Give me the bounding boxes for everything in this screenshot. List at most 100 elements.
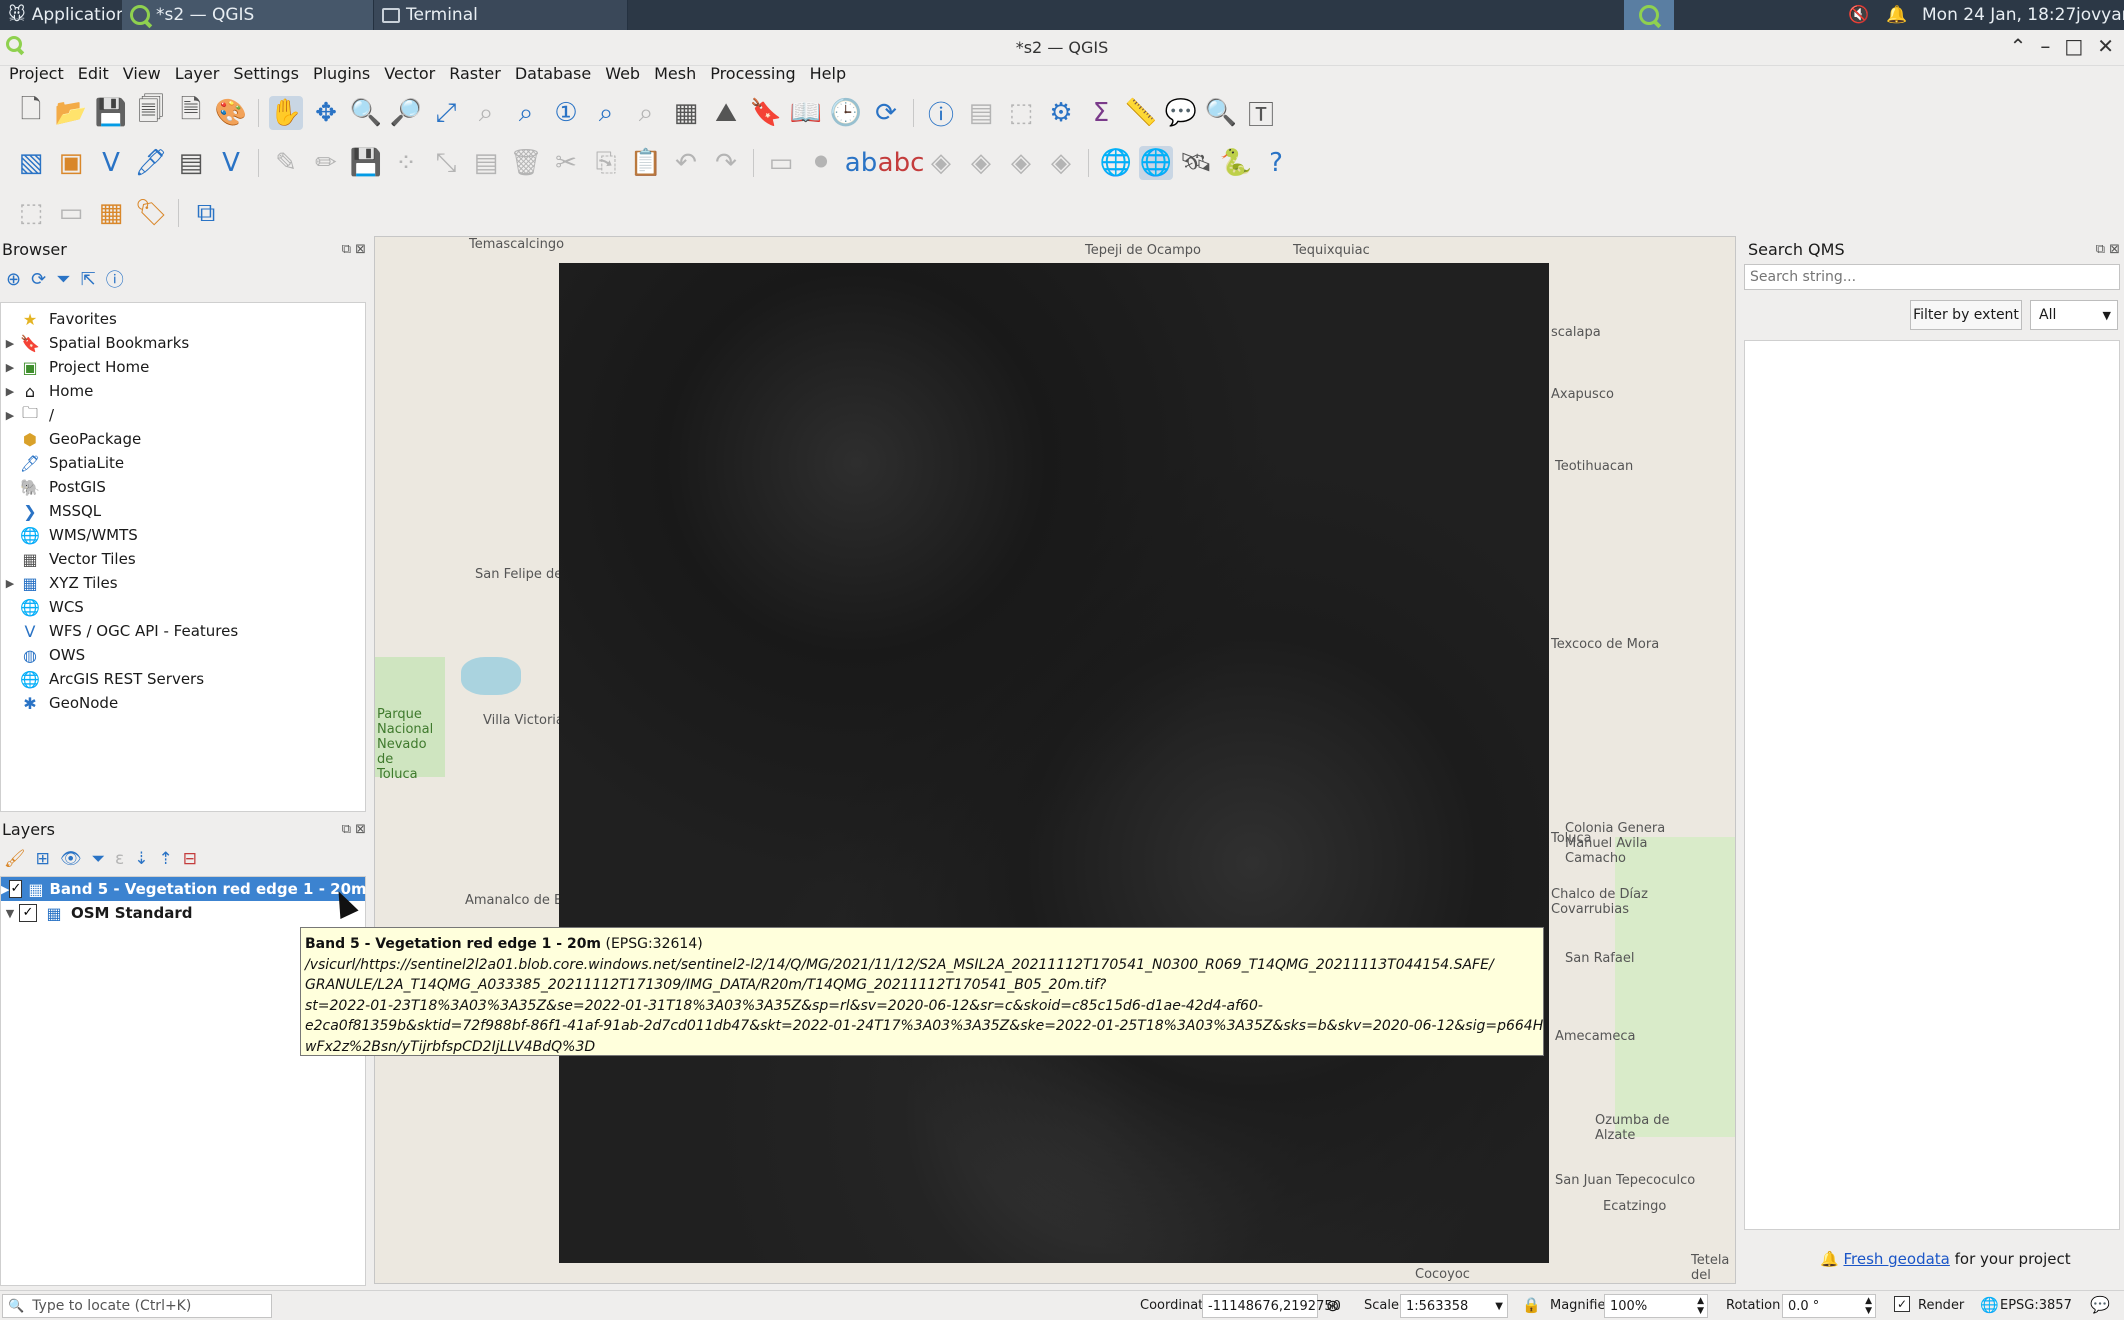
browser-item-favorites[interactable]: ★ Favorites [1,307,117,331]
map-canvas[interactable]: Temascalcingo Tepeji de Ocampo Tequixqui… [374,236,1736,1284]
qms-filter-select[interactable]: All ▼ [2030,300,2118,330]
panel-float-close-icons[interactable]: ⧉ ⊠ [2096,242,2120,257]
pan-to-selection-icon[interactable]: ✥ [309,96,343,130]
copy-features-icon[interactable]: ⎘ [589,146,623,180]
highlight-pinned-labels-icon[interactable]: abc [878,146,925,180]
magnifier-field[interactable]: 100% ▲ ▼ [1604,1294,1708,1318]
panel-float-close-icons[interactable]: ⧉ ⊠ [342,242,366,257]
browser-item-geonode[interactable]: ✱ GeoNode [1,691,118,715]
window-close-button[interactable]: ✕ [2097,34,2114,58]
zoom-to-layer-icon[interactable]: ⌕ [509,96,543,130]
browser-item-home[interactable]: ▶ ⌂ Home [1,379,94,403]
help-icon[interactable]: ? [1259,146,1293,180]
browser-item-mssql[interactable]: ❯ MSSQL [1,499,101,523]
locator-search-icon[interactable]: 🔍 [1204,96,1238,130]
zoom-last-icon[interactable]: ⌕ [589,96,623,130]
show-hide-labels-icon[interactable]: ◈ [924,146,958,180]
collapse-all-icon[interactable]: ⇱ [81,269,96,290]
menu-view[interactable]: View [116,62,168,88]
processing-toolbox-icon[interactable]: ⚙ [1044,96,1078,130]
zoom-next-icon[interactable]: ⌕ [629,96,663,130]
layer-visibility-checkbox[interactable]: ✓ [9,880,23,898]
zoom-in-icon[interactable]: 🔍 [349,96,383,130]
browser-item-wfs[interactable]: V WFS / OGC API - Features [1,619,239,643]
expand-arrow-icon[interactable]: ▶ [1,883,9,896]
new-bookmark-icon[interactable]: 🔖 [749,96,783,130]
locator-field[interactable]: 🔍 Type to locate (Ctrl+K) [2,1294,272,1318]
browser-item-arcgis[interactable]: 🌐 ArcGIS REST Servers [1,667,204,691]
redo-icon[interactable]: ↷ [709,146,743,180]
temporal-controller-icon[interactable]: 🕒 [829,96,863,130]
add-group-icon[interactable]: ⊞ [36,849,50,869]
stac-browser-icon[interactable]: 🛰 [1179,146,1213,180]
menu-vector[interactable]: Vector [377,62,442,88]
menu-web[interactable]: Web [598,62,647,88]
menu-help[interactable]: Help [803,62,853,88]
user-name[interactable]: jovyan [2068,0,2124,30]
taskbar-task-terminal[interactable]: Terminal [374,0,628,30]
filter-browser-icon[interactable]: ⏷ [56,269,70,290]
new-shapefile-layer-icon[interactable]: V [94,146,128,180]
style-manager-icon[interactable]: 🎨 [214,96,248,130]
add-feature-icon[interactable]: ⁘ [389,146,423,180]
manage-map-themes-icon[interactable]: 👁 [60,849,82,869]
spinner-arrows-icon[interactable]: ▲ ▼ [1697,1296,1704,1316]
zoom-native-icon[interactable]: ① [549,96,583,130]
data-source-manager-icon[interactable]: ▧ [14,146,48,180]
qms-search-input[interactable] [1744,264,2120,290]
statistics-icon[interactable]: Σ [1084,96,1118,130]
pin-labels-icon[interactable]: ab [844,146,878,180]
open-layer-styling-icon[interactable]: 🖌 [4,849,26,869]
tray-qgis-button[interactable] [1624,0,1674,30]
menu-edit[interactable]: Edit [71,62,116,88]
save-edits-icon[interactable]: 💾 [349,146,383,180]
taskbar-task-qgis[interactable]: *s2 — QGIS [122,0,374,30]
properties-icon[interactable]: ⓘ [106,266,124,292]
cut-features-icon[interactable]: ✂ [549,146,583,180]
expand-arrow-icon[interactable]: ▶ [1,385,19,398]
open-project-icon[interactable]: 📂 [54,96,88,130]
crs-globe-icon[interactable]: 🌐 [1980,1296,1999,1314]
layer-item-band5[interactable]: ▶ ✓ ▦ Band 5 - Vegetation red edge 1 - 2… [1,877,367,901]
select-features-icon[interactable]: ⬚ [1004,96,1038,130]
collapse-all-icon[interactable]: ⇡ [159,849,173,869]
qms-add-layer-icon[interactable]: 🌐 [1099,146,1133,180]
zoom-to-selection-icon[interactable]: ⌕ [469,96,503,130]
messages-icon[interactable]: 💬 [2090,1295,2110,1314]
browser-item-geopackage[interactable]: ⬢ GeoPackage [1,427,141,451]
menu-processing[interactable]: Processing [703,62,802,88]
spinner-arrows-icon[interactable]: ▲ ▼ [1865,1296,1872,1316]
new-project-icon[interactable]: 🗋 [14,95,48,130]
filter-legend-icon[interactable]: ⏷ [91,849,105,869]
menu-mesh[interactable]: Mesh [647,62,703,88]
browser-item-root[interactable]: ▶ 🗀 / [1,403,54,427]
menu-settings[interactable]: Settings [226,62,306,88]
menu-plugins[interactable]: Plugins [306,62,377,88]
new-spatialite-layer-icon[interactable]: 🖊 [134,146,168,180]
collapse-arrow-icon[interactable]: ▼ [1,907,19,920]
select-by-expression-icon[interactable]: ▦ [94,196,128,230]
digitize-icon[interactable]: ⬚ [14,196,48,230]
browser-item-vector-tiles[interactable]: ▦ Vector Tiles [1,547,135,571]
measure-line-icon[interactable]: 📏 [1124,96,1158,130]
browser-item-spatial-bookmarks[interactable]: ▶ 🔖 Spatial Bookmarks [1,331,189,355]
zoom-out-icon[interactable]: 🔎 [389,96,423,130]
notification-bell-icon[interactable]: 🔔 [1878,0,1915,30]
new-virtual-layer-icon[interactable]: V [214,146,248,180]
layout-manager-icon[interactable]: 🗎 [174,95,208,130]
volume-muted-icon[interactable]: 🔇 [1840,0,1877,30]
attribute-form-icon[interactable]: ▭ [54,196,88,230]
browser-item-wms[interactable]: 🌐 WMS/WMTS [1,523,138,547]
menu-raster[interactable]: Raster [442,62,508,88]
browser-item-xyz-tiles[interactable]: ▶ ▦ XYZ Tiles [1,571,118,595]
remove-layer-icon[interactable]: ⊟ [183,849,197,869]
python-console-icon[interactable]: 🐍 [1219,146,1253,180]
refresh-icon[interactable]: ⟳ [31,269,46,290]
browser-item-spatialite[interactable]: 🖊 SpatiaLite [1,451,124,475]
georeferencer-icon[interactable]: ⧉ [189,196,223,230]
vertex-tool-icon[interactable]: ⤡ [429,146,463,180]
expand-arrow-icon[interactable]: ▶ [1,409,19,422]
new-print-layout-icon[interactable]: 🗐 [134,95,168,130]
browser-item-postgis[interactable]: 🐘 PostGIS [1,475,106,499]
lock-scale-icon[interactable]: 🔒 [1522,1296,1541,1314]
